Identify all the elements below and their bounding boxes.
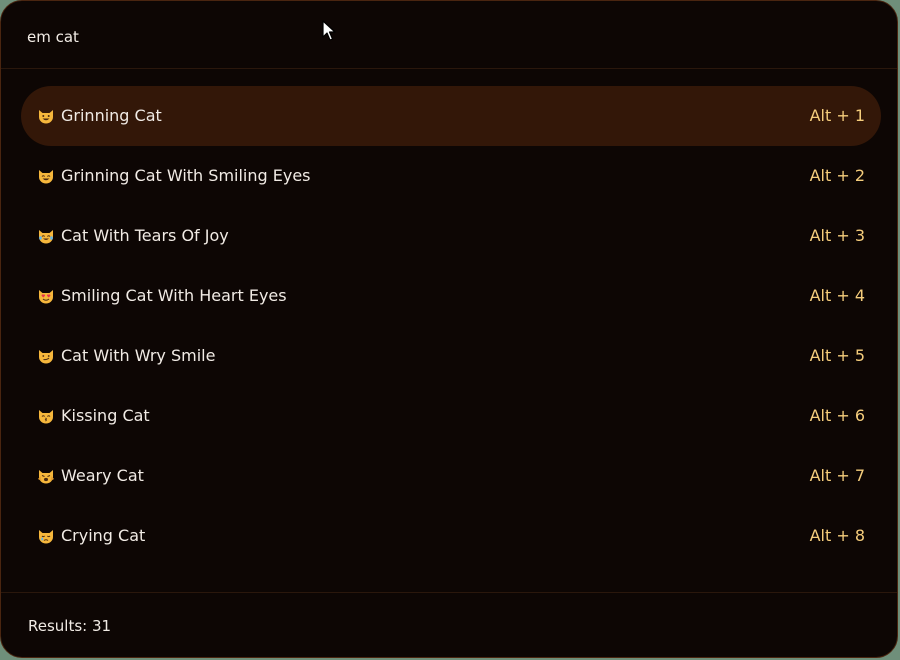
- launcher-window: Grinning Cat Alt + 1 Grinning Cat With S…: [0, 0, 898, 658]
- result-label: Crying Cat: [61, 526, 146, 545]
- smiling-cat-heart-eyes-icon: [39, 290, 53, 304]
- result-shortcut: Alt + 8: [809, 526, 865, 545]
- status-footer: Results: 31: [1, 592, 897, 657]
- result-label: Grinning Cat With Smiling Eyes: [61, 166, 311, 185]
- cat-tears-of-joy-icon: [39, 230, 53, 244]
- result-row-cat-wry-smile[interactable]: Cat With Wry Smile Alt + 5: [21, 326, 881, 386]
- result-label: Kissing Cat: [61, 406, 150, 425]
- result-row-grinning-cat-smiling-eyes[interactable]: Grinning Cat With Smiling Eyes Alt + 2: [21, 146, 881, 206]
- result-row-grinning-cat[interactable]: Grinning Cat Alt + 1: [21, 86, 881, 146]
- crying-cat-icon: [39, 530, 53, 544]
- result-shortcut: Alt + 2: [809, 166, 865, 185]
- results-count: Results: 31: [28, 617, 112, 635]
- result-row-crying-cat[interactable]: Crying Cat Alt + 8: [21, 506, 881, 566]
- cat-wry-smile-icon: [39, 350, 53, 364]
- grinning-cat-icon: [39, 110, 53, 124]
- result-shortcut: Alt + 6: [809, 406, 865, 425]
- result-shortcut: Alt + 4: [809, 286, 865, 305]
- result-row-smiling-cat-heart-eyes[interactable]: Smiling Cat With Heart Eyes Alt + 4: [21, 266, 881, 326]
- result-row-cat-tears-of-joy[interactable]: Cat With Tears Of Joy Alt + 3: [21, 206, 881, 266]
- result-row-weary-cat[interactable]: Weary Cat Alt + 7: [21, 446, 881, 506]
- result-shortcut: Alt + 3: [809, 226, 865, 245]
- result-label: Weary Cat: [61, 466, 144, 485]
- kissing-cat-icon: [39, 410, 53, 424]
- grinning-cat-smiling-eyes-icon: [39, 170, 53, 184]
- weary-cat-icon: [38, 470, 54, 484]
- result-row-kissing-cat[interactable]: Kissing Cat Alt + 6: [21, 386, 881, 446]
- result-shortcut: Alt + 1: [809, 106, 865, 125]
- result-label: Grinning Cat: [61, 106, 162, 125]
- result-shortcut: Alt + 7: [809, 466, 865, 485]
- results-list: Grinning Cat Alt + 1 Grinning Cat With S…: [21, 86, 881, 566]
- result-shortcut: Alt + 5: [809, 346, 865, 365]
- mouse-pointer-icon: [322, 20, 336, 41]
- result-label: Cat With Wry Smile: [61, 346, 216, 365]
- search-input[interactable]: [27, 25, 807, 49]
- search-bar: [1, 1, 897, 69]
- result-label: Smiling Cat With Heart Eyes: [61, 286, 287, 305]
- result-label: Cat With Tears Of Joy: [61, 226, 229, 245]
